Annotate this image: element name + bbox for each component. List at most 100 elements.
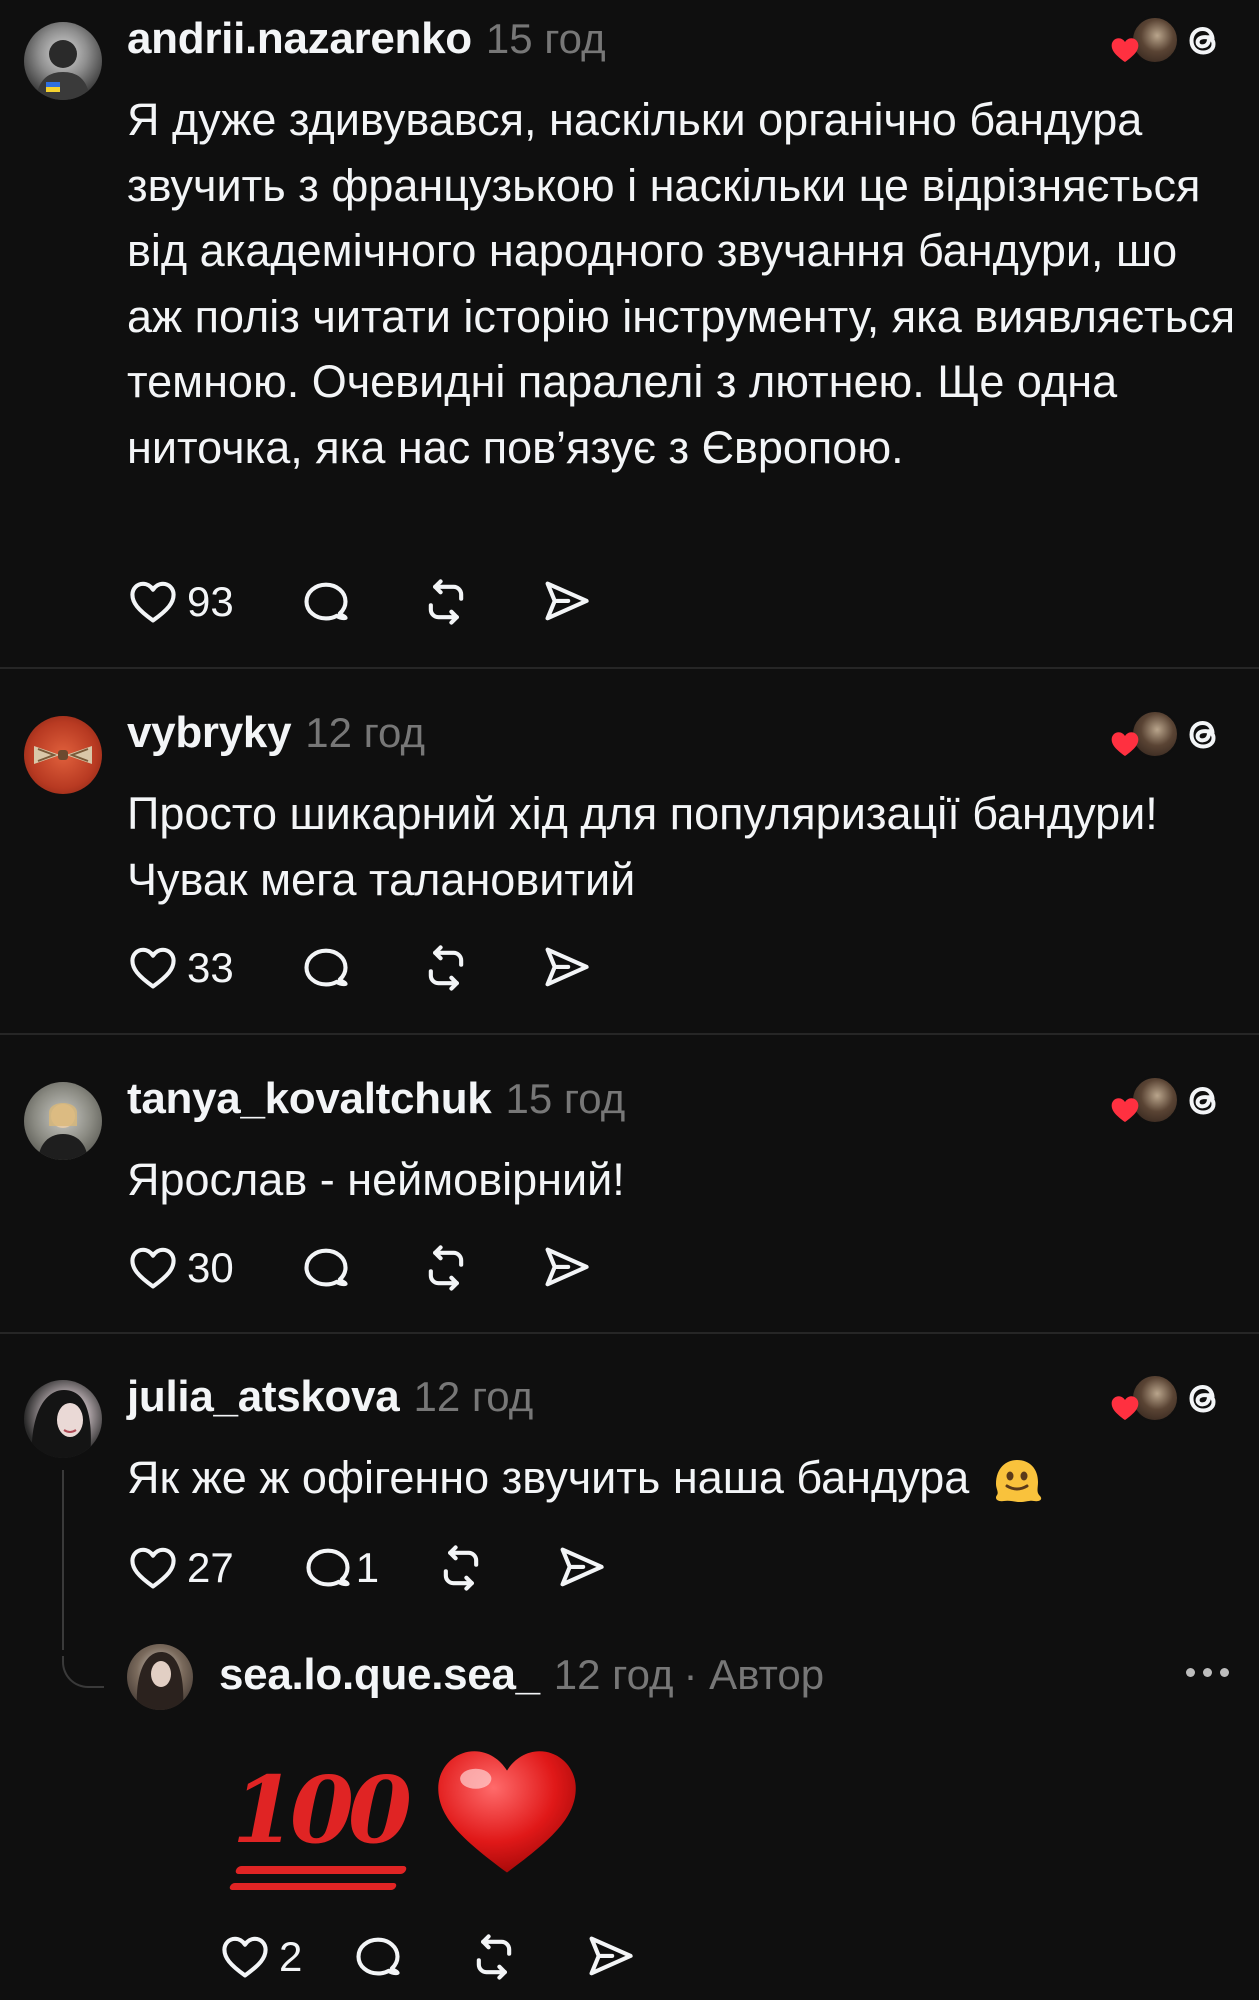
timestamp: 15 год [505,1075,626,1122]
red-heart-emoji-icon [438,1751,576,1873]
reply-button[interactable] [352,1931,404,1983]
comment-icon [302,1542,354,1594]
action-bar: 93 [127,574,592,630]
heart-icon [127,942,179,994]
share-icon [540,942,592,994]
thread-connector [62,1470,64,1650]
like-count: 2 [279,1933,303,1980]
heart-icon [219,1931,271,1983]
username[interactable]: tanya_kovaltchuk [127,1074,492,1124]
like-count: 93 [187,578,234,625]
repost-icon [420,576,472,628]
thread-connector-curve [62,1656,104,1688]
timestamp: 15 год [485,15,606,62]
author-label: · Автор [683,1651,825,1698]
like-count: 27 [187,1544,234,1591]
threads-logo-icon[interactable] [1179,710,1227,758]
repost-icon [468,1931,520,1983]
reply-button[interactable] [300,1242,352,1294]
share-button[interactable] [555,1542,607,1594]
post-header: andrii.nazarenko 15 год [127,14,606,64]
comment-icon [352,1931,404,1983]
divider [0,667,1259,669]
post-text: Як же ж офігенно звучить наша бандура [127,1445,1237,1511]
repost-button[interactable] [435,1542,487,1594]
like-button[interactable]: 2 [219,1931,302,1983]
username[interactable]: sea.lo.que.sea_ [219,1650,540,1700]
repost-icon [420,942,472,994]
hundred-points-emoji-icon: 100 [232,1756,412,1864]
avatar[interactable] [127,1644,193,1710]
like-button[interactable]: 33 [127,942,234,994]
like-count: 33 [187,944,234,991]
heart-icon [127,576,179,628]
divider [0,1332,1259,1334]
reply-count: 1 [355,1544,380,1591]
post-header: tanya_kovaltchuk 15 год [127,1074,625,1124]
threads-logo-icon[interactable] [1179,1076,1227,1124]
share-icon [540,576,592,628]
author-liked-indicator [1109,710,1179,762]
more-options-button[interactable] [1186,1668,1229,1677]
repost-button[interactable] [468,1931,520,1983]
red-heart-icon [1109,1094,1141,1126]
share-icon [540,1242,592,1294]
heart-icon [127,1542,179,1594]
share-button[interactable] [540,576,592,628]
repost-button[interactable] [420,942,472,994]
divider [0,1033,1259,1035]
timestamp: 12 год [305,709,425,756]
dot-icon [1203,1668,1212,1677]
username[interactable]: vybryky [127,708,292,758]
threads-logo-icon[interactable] [1179,16,1227,64]
comment-icon [300,1242,352,1294]
post-text: Просто шикарний хід для популяризації ба… [127,788,1158,905]
username[interactable]: julia_atskova [127,1372,400,1422]
post-text: Ярослав - неймовірний! [127,1154,625,1205]
share-button[interactable] [540,942,592,994]
author-liked-indicator [1109,1374,1179,1426]
like-button[interactable]: 27 [127,1542,234,1594]
heart-icon [127,1242,179,1294]
timestamp: 12 год [553,1651,674,1698]
share-icon [584,1931,636,1983]
post-header: julia_atskova 12 год [127,1372,533,1422]
action-bar: 2 [219,1929,636,1985]
timestamp: 12 год [413,1373,534,1420]
red-heart-icon [1109,34,1141,66]
dot-icon [1186,1668,1195,1677]
author-liked-indicator [1109,16,1179,68]
post-text: Я дуже здивувався, наскільки органічно б… [127,94,1236,473]
threads-logo-icon[interactable] [1179,1374,1227,1422]
like-button[interactable]: 93 [127,576,234,628]
comment-icon [300,942,352,994]
red-heart-icon [1109,728,1141,760]
avatar[interactable] [24,1082,102,1160]
action-bar: 27 1 [127,1540,607,1596]
post-text-content: Як же ж офігенно звучить наша бандура [127,1452,970,1503]
post-header: sea.lo.que.sea_ 12 год · Автор [219,1650,824,1700]
like-button[interactable]: 30 [127,1242,234,1294]
share-button[interactable] [584,1931,636,1983]
repost-icon [435,1542,487,1594]
avatar[interactable] [24,716,102,794]
red-heart-icon [1109,1392,1141,1424]
reply-button[interactable] [300,942,352,994]
share-icon [555,1542,607,1594]
comment-icon [300,576,352,628]
reply-button[interactable] [300,576,352,628]
action-bar: 33 [127,940,592,996]
avatar[interactable] [24,22,102,100]
author-liked-indicator [1109,1076,1179,1128]
post-header: vybryky 12 год [127,708,425,758]
avatar[interactable] [24,1380,102,1458]
like-count: 30 [187,1244,234,1291]
repost-icon [420,1242,472,1294]
repost-button[interactable] [420,1242,472,1294]
reply-emojis: 100 [232,1740,582,1880]
repost-button[interactable] [420,576,472,628]
share-button[interactable] [540,1242,592,1294]
action-bar: 30 [127,1240,592,1296]
reply-button[interactable]: 1 [302,1542,379,1594]
username[interactable]: andrii.nazarenko [127,14,472,64]
